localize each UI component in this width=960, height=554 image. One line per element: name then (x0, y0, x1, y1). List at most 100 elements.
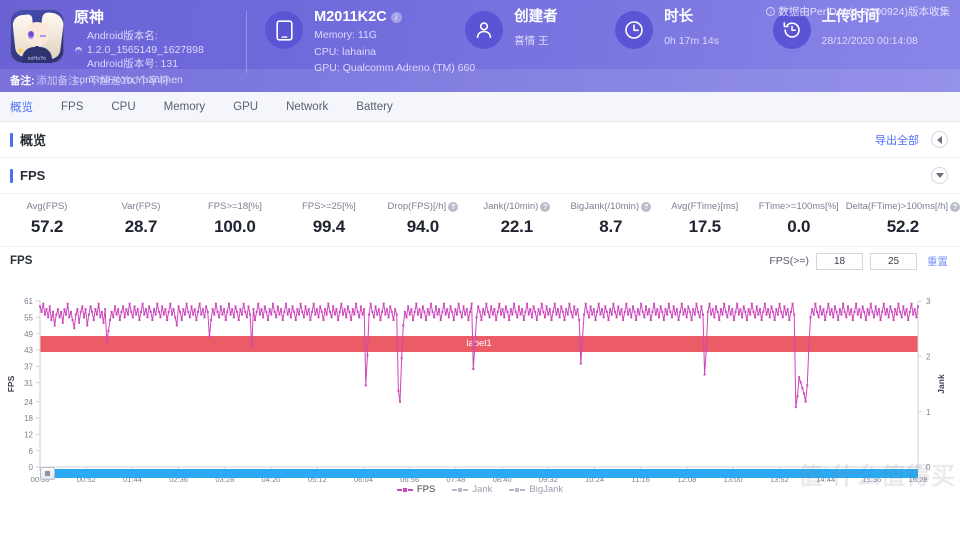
svg-text:1: 1 (926, 408, 931, 417)
legend-label-fps: FPS (416, 484, 436, 495)
device-memory: Memory: 11G (314, 29, 377, 41)
header-divider (246, 11, 248, 73)
device-info-block: M2011K2C i Memory: 11G CPU: lahaina GPU:… (265, 9, 475, 76)
chart-legend: FPS Jank BigJank (0, 484, 960, 495)
tab-gpu[interactable]: GPU (233, 101, 274, 113)
tab-network[interactable]: Network (286, 101, 344, 113)
svg-text:31: 31 (24, 379, 33, 388)
collapse-fps-button[interactable] (931, 167, 948, 184)
legend-label-bigjank: BigJank (529, 484, 564, 495)
device-info-icon[interactable]: i (390, 12, 402, 23)
history-clock-icon (783, 22, 800, 38)
tab-overview[interactable]: 概览 (10, 99, 49, 115)
chevron-down-icon (935, 173, 944, 178)
fps-metrics-strip: Avg(FPS) 57.2 Var(FPS) 28.7 FPS>=18[%] 1… (0, 194, 960, 247)
reset-threshold-link[interactable]: 重置 (927, 254, 948, 269)
svg-text:0: 0 (29, 463, 34, 472)
user-icon-circle (465, 11, 504, 49)
perfdog-report-page: i 数据由PerfDog(4.3.200924)版本收集 miHoYo 原神 A… (0, 0, 960, 554)
creator-title: 创建者 (514, 9, 558, 25)
svg-text:43: 43 (24, 346, 33, 355)
duration-text-block: 时长 0h 17m 14s (653, 9, 719, 49)
legend-item-fps[interactable]: FPS (396, 484, 436, 495)
clock-icon-circle (615, 11, 654, 49)
app-icon: miHoYo (10, 9, 64, 63)
svg-text:24: 24 (24, 398, 33, 407)
fps-chart[interactable]: 06121824313743495561FPS0123Jank00:0000:5… (0, 297, 960, 497)
metric-value: 0.0 (787, 217, 811, 236)
remark-row[interactable]: 备注: 添加备注，不超过200个字符 (0, 69, 960, 92)
metric-fps-gte-18: FPS>=18[%] 100.0 (188, 201, 282, 237)
chart-range-slider[interactable] (40, 467, 918, 480)
remark-placeholder: 添加备注，不超过200个字符 (36, 75, 170, 87)
tab-battery[interactable]: Battery (356, 101, 408, 113)
metric-avg-ftime: Avg(FTime)[ms] 17.5 (658, 201, 752, 237)
metric-label: Var(FPS) (121, 201, 161, 212)
help-icon[interactable]: ? (641, 201, 652, 212)
metric-label: BigJank(/10min) (570, 201, 640, 212)
metric-value: 28.7 (124, 217, 158, 236)
export-all-link[interactable]: 导出全部 (875, 132, 919, 148)
creator-block: 创建者 喜情 王 (465, 9, 615, 49)
device-name-row: M2011K2C i (314, 9, 475, 26)
upload-value: 28/12/2020 00:14:08 (821, 35, 918, 47)
svg-text:18: 18 (24, 414, 33, 423)
data-source-note: i 数据由PerfDog(4.3.200924)版本收集 (766, 4, 950, 19)
fps-section-title: FPS (20, 168, 46, 183)
collapse-overview-button[interactable] (931, 131, 948, 148)
metric-value: 94.0 (406, 217, 439, 236)
legend-item-jank[interactable]: Jank (452, 484, 492, 495)
tab-cpu[interactable]: CPU (111, 101, 151, 113)
phone-icon-circle (265, 11, 304, 49)
overview-title-group: 概览 (10, 130, 46, 149)
legend-label-jank: Jank (472, 484, 493, 495)
svg-text:3: 3 (926, 297, 931, 306)
metric-ftime-gte-100ms: FTime>=100ms[%] 0.0 (752, 201, 846, 237)
chevron-left-icon (937, 135, 942, 144)
duration-block: 时长 0h 17m 14s (615, 9, 772, 49)
fps-threshold-label: FPS(>=) (769, 255, 809, 267)
fps-chart-svg[interactable]: 06121824313743495561FPS0123Jank00:0000:5… (0, 297, 960, 497)
overview-title: 概览 (20, 133, 47, 148)
fps-chart-toolbar: FPS FPS(>=) 重置 (0, 247, 960, 275)
metric-delta-ftime: Delta(FTime)>100ms[/h] ? 52.2 (846, 201, 960, 237)
metric-label: Avg(FTime)[ms] (671, 201, 739, 212)
phone-icon (276, 19, 293, 41)
app-version-name-value: 1.2.0_1565149_1627898 (87, 44, 204, 56)
metric-fps-gte-25: FPS>=25[%] 99.4 (282, 201, 376, 237)
metric-label: Drop(FPS)[/h] (387, 201, 447, 212)
help-icon[interactable]: ? (950, 201, 960, 212)
slider-track[interactable] (40, 469, 918, 478)
app-version-name-label: Android版本名: (87, 30, 158, 42)
metric-value: 99.4 (312, 217, 346, 236)
metric-drop-fps: Drop(FPS)[/h] ? 94.0 (376, 201, 470, 237)
metric-value: 57.2 (30, 217, 64, 236)
android-icon (75, 46, 82, 54)
legend-item-bigjank[interactable]: BigJank (509, 484, 563, 495)
fps-threshold-high-input[interactable] (870, 252, 917, 270)
device-cpu: CPU: lahaina (314, 45, 376, 58)
legend-marker-bigjank (509, 486, 526, 493)
metric-var-fps: Var(FPS) 28.7 (94, 201, 188, 237)
metric-value: 22.1 (500, 217, 533, 236)
legend-marker-jank (452, 486, 469, 493)
info-icon: i (766, 7, 776, 16)
creator-text-block: 创建者 喜情 王 (503, 9, 558, 49)
tab-memory[interactable]: Memory (164, 101, 222, 113)
svg-text:37: 37 (24, 363, 33, 372)
svg-text:55: 55 (24, 314, 33, 323)
svg-text:6: 6 (29, 447, 34, 456)
slider-handle-left[interactable] (40, 467, 55, 480)
svg-text:61: 61 (24, 297, 33, 306)
metric-value: 52.2 (886, 217, 920, 236)
remark-label: 备注: (10, 75, 35, 87)
fps-threshold-low-input[interactable] (816, 252, 863, 270)
help-icon[interactable]: ? (448, 201, 459, 212)
fps-threshold-controls: FPS(>=) 重置 (769, 252, 948, 270)
fps-title-accent-bar (10, 168, 13, 183)
tab-fps[interactable]: FPS (61, 101, 99, 113)
svg-text:12: 12 (24, 431, 33, 440)
help-icon[interactable]: ? (540, 201, 551, 212)
user-icon (476, 22, 492, 38)
app-title: 原神 (74, 9, 105, 26)
